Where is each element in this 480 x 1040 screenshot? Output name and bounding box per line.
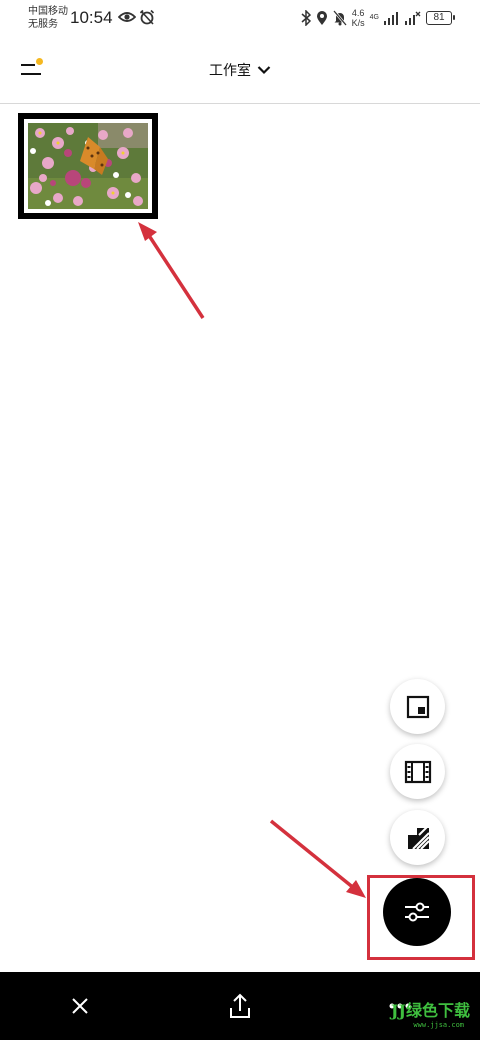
app-header: 工作室 <box>0 38 480 104</box>
status-time: 10:54 <box>70 8 113 27</box>
network-speed: 4.6 K/s <box>352 8 365 28</box>
film-icon <box>404 760 431 783</box>
studio-selector[interactable]: 工作室 <box>0 60 480 80</box>
eye-icon <box>118 12 136 22</box>
photo-frame <box>24 119 152 213</box>
sliders-icon <box>405 902 429 922</box>
texture-button[interactable] <box>390 810 445 865</box>
location-icon <box>316 11 327 25</box>
close-button[interactable] <box>62 990 98 1022</box>
share-button[interactable] <box>222 990 258 1022</box>
adjust-button[interactable] <box>383 878 451 946</box>
layout-button[interactable] <box>390 679 445 734</box>
carrier-name: 中国移动 <box>28 6 68 17</box>
film-button[interactable] <box>390 744 445 799</box>
battery-indicator: 81 <box>426 11 455 25</box>
page-title: 工作室 <box>209 62 252 78</box>
status-icons: 4.6 K/s 4G 81 <box>301 8 455 28</box>
network-speed-unit: K/s <box>351 18 365 28</box>
network-speed-value: 4.6 <box>351 8 365 18</box>
carrier-service: 无服务 <box>28 19 58 30</box>
mute-icon <box>332 10 347 26</box>
texture-icon <box>407 824 430 850</box>
layout-icon <box>406 695 429 718</box>
signal-icon <box>384 12 398 25</box>
watermark: JJ绿色下载 <box>390 1001 470 1020</box>
network-type: 4G <box>369 14 379 21</box>
close-icon <box>72 998 88 1014</box>
watermark-url: www.jjsa.com <box>413 1021 464 1029</box>
status-bar: 中国移动 无服务 10:54 4.6 K/s 4G 81 <box>0 0 480 38</box>
photo-thumbnail[interactable] <box>18 113 158 219</box>
signal-no-service-icon <box>405 11 421 25</box>
carrier-info: 中国移动 无服务 <box>28 5 68 31</box>
bottom-toolbar: JJ绿色下载 www.jjsa.com <box>0 972 480 1040</box>
alarm-off-icon <box>139 9 155 25</box>
share-icon <box>230 993 250 1018</box>
butterfly-flowers-image <box>28 123 148 209</box>
chevron-down-icon <box>257 66 271 75</box>
bluetooth-icon <box>301 10 311 26</box>
